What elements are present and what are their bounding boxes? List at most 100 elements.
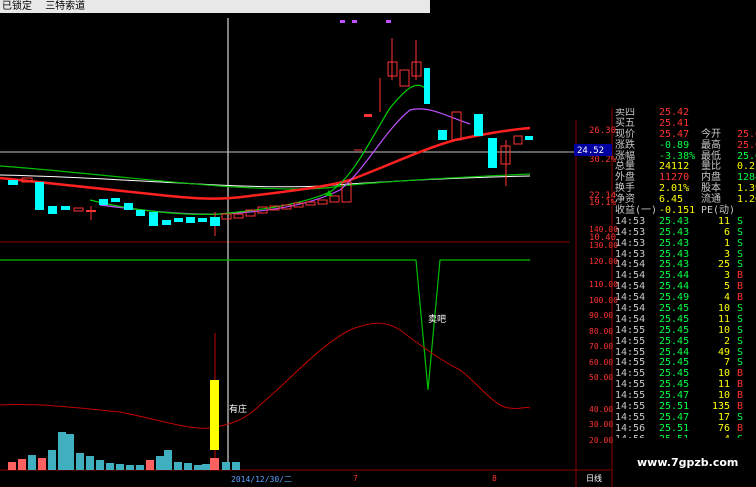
candle <box>399 69 410 87</box>
volume-bar <box>28 455 36 470</box>
volume-bar <box>202 464 210 470</box>
volume-bar <box>58 432 66 470</box>
axis-label: 30.00 <box>589 420 613 429</box>
quote-row: 涨跌 -0.89 最高 25.6 <box>613 139 756 152</box>
volume-bar <box>126 465 134 470</box>
volume-bar <box>174 462 182 470</box>
cursor-date: 2014/12/30/二 <box>231 475 292 484</box>
quote-label: 最高 <box>701 139 721 151</box>
tick-side: S <box>737 237 744 249</box>
tick-time: 14:55 <box>615 335 646 347</box>
candle <box>438 130 447 140</box>
volume-bars <box>8 333 240 470</box>
axis-label: 90.00 <box>589 311 613 320</box>
candle <box>86 210 96 212</box>
quote-panel: 卖四25.42买五25.41现价25.47今开25.0涨跌-0.89最高25.6… <box>613 108 756 438</box>
volume-bar <box>156 456 164 470</box>
candle <box>35 182 44 210</box>
indicator-line <box>0 322 531 429</box>
axis-label: 60.00 <box>589 358 613 367</box>
candle <box>124 203 133 210</box>
candle <box>329 195 340 203</box>
ma-white <box>0 174 531 188</box>
tick-volume: 2 <box>723 335 730 347</box>
tick-price: 25.45 <box>659 335 690 347</box>
candle <box>48 206 57 214</box>
tick-volume: 4 <box>724 434 730 438</box>
candle <box>174 218 183 222</box>
candle <box>317 199 328 205</box>
candle <box>451 111 462 141</box>
tick-row: 14:55 25.45 2 S <box>613 335 756 348</box>
candle <box>424 68 430 104</box>
tick-time: 14:53 <box>615 237 646 249</box>
marker <box>340 20 345 23</box>
tick-side: S <box>737 434 743 438</box>
signal-line <box>0 259 530 391</box>
volume-bar <box>116 464 124 470</box>
candle <box>99 199 108 205</box>
axis-label: 70.00 <box>589 342 613 351</box>
quote-value: 1.20 <box>737 194 756 206</box>
ma-purple <box>99 108 471 215</box>
candle <box>525 136 533 140</box>
volume-bar <box>48 450 56 470</box>
candle <box>474 114 483 136</box>
axis-label: 50.00 <box>589 373 613 382</box>
axis-label: 80.00 <box>589 327 613 336</box>
volume-bar <box>194 465 202 470</box>
volume-bar <box>38 458 46 470</box>
candle <box>233 213 244 219</box>
candle <box>513 135 523 145</box>
period-label[interactable]: 日线 <box>586 473 602 483</box>
date-tick: 7 <box>353 474 358 483</box>
tick-row: 14:53 25.43 1 S <box>613 237 756 250</box>
volume-bar <box>146 460 154 470</box>
marker <box>352 20 357 23</box>
date-tick: 8 <box>492 474 497 483</box>
candle <box>488 138 497 168</box>
candle <box>221 213 232 220</box>
candle <box>149 212 158 226</box>
volume-bar <box>210 458 219 470</box>
candle <box>73 207 84 212</box>
volume-bar <box>136 465 144 470</box>
candle <box>364 114 372 117</box>
tick-volume: 1 <box>723 237 730 249</box>
volume-bar <box>232 462 240 470</box>
candle <box>305 201 316 206</box>
buy-annotation: 有庄 <box>229 403 247 415</box>
quote-value: -0.89 <box>659 139 690 151</box>
candle <box>136 210 145 216</box>
tick-time: 14:56 <box>615 434 645 438</box>
volume-bar <box>86 456 94 470</box>
candle <box>111 198 120 202</box>
candle <box>8 180 18 185</box>
sell-annotation: 卖吧 <box>428 314 446 325</box>
volume-bar <box>106 463 114 470</box>
candle <box>186 217 195 223</box>
axis-label: 20.00 <box>589 436 613 445</box>
quote-label: 涨跌 <box>615 139 635 151</box>
tick-side: S <box>737 335 744 347</box>
watermark: www.7gpzb.com <box>637 456 739 469</box>
volume-bar <box>8 462 16 470</box>
current-price: 24.52 <box>577 146 604 156</box>
candle <box>198 218 207 222</box>
marker <box>386 20 391 23</box>
volume-bar <box>184 463 192 470</box>
volume-bar <box>222 462 230 470</box>
candles <box>8 38 533 236</box>
tick-price: 25.43 <box>659 237 690 249</box>
volume-bar <box>66 434 74 470</box>
candle <box>162 220 171 225</box>
volume-bar <box>164 450 172 470</box>
candle <box>210 217 220 226</box>
buy-signal-bar <box>210 380 219 450</box>
volume-bar <box>96 460 104 470</box>
axis-label: 40.00 <box>589 405 613 414</box>
volume-bar <box>76 453 84 470</box>
volume-bar <box>18 459 26 470</box>
quote-value: 25.6 <box>737 139 756 151</box>
tick-price: 25.51 <box>659 434 689 438</box>
